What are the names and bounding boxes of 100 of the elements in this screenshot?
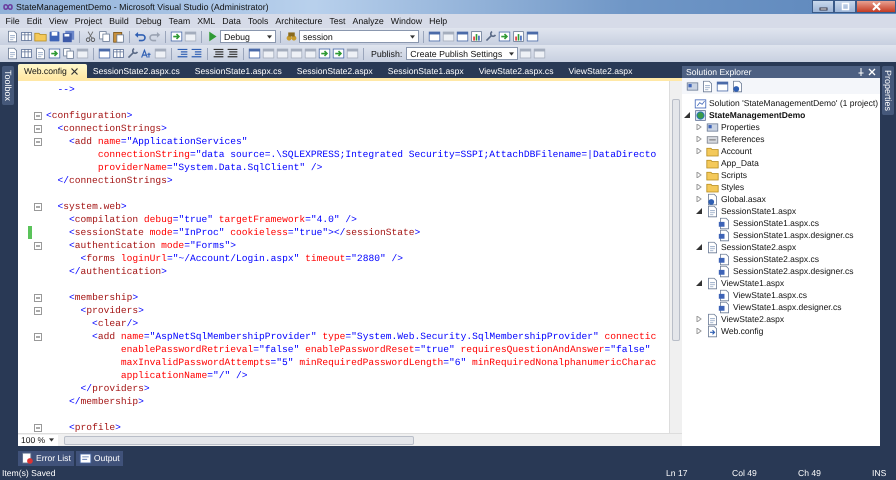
grid-icon[interactable] bbox=[20, 47, 33, 60]
properties-icon[interactable] bbox=[686, 80, 699, 92]
window-icon[interactable] bbox=[98, 47, 111, 60]
expanded-arrow-icon[interactable] bbox=[684, 112, 690, 118]
grid-icon[interactable] bbox=[20, 30, 33, 43]
close-button[interactable] bbox=[856, 0, 896, 13]
scrollbar-thumb[interactable] bbox=[64, 436, 414, 444]
maximize-button[interactable] bbox=[834, 0, 856, 13]
collapse-icon[interactable] bbox=[34, 424, 42, 432]
copy-icon[interactable] bbox=[62, 47, 75, 60]
collapsed-arrow-icon[interactable] bbox=[696, 172, 702, 178]
collapsed-arrow-icon[interactable] bbox=[696, 148, 702, 154]
collapsed-arrow-icon[interactable] bbox=[696, 184, 702, 190]
window-icon[interactable] bbox=[248, 47, 261, 60]
caret-icon[interactable] bbox=[49, 438, 54, 442]
arrow-icon[interactable] bbox=[170, 30, 183, 43]
tree-item[interactable]: SessionState2.aspx.designer.cs bbox=[733, 266, 854, 276]
caret-icon[interactable] bbox=[509, 52, 514, 56]
collapsed-arrow-icon[interactable] bbox=[696, 136, 702, 142]
tree-item[interactable]: Account bbox=[721, 146, 752, 156]
configuration-dropdown[interactable]: Debug bbox=[220, 30, 276, 43]
tree-item[interactable]: References bbox=[721, 134, 764, 144]
scissors-icon[interactable] bbox=[84, 30, 97, 43]
menu-item[interactable]: XML bbox=[194, 16, 219, 26]
panel-tab[interactable]: Output bbox=[76, 450, 123, 466]
zoom-dropdown[interactable]: 100 % bbox=[18, 434, 58, 446]
document-tab[interactable]: SessionState2.aspx bbox=[290, 64, 382, 78]
caret-icon[interactable] bbox=[267, 34, 272, 38]
menu-item[interactable]: Debug bbox=[132, 16, 166, 26]
menu-item[interactable]: Team bbox=[165, 16, 194, 26]
scrollbar-thumb[interactable] bbox=[672, 99, 680, 341]
toolbox-tab[interactable]: Toolbox bbox=[2, 66, 14, 106]
chart-icon[interactable] bbox=[512, 30, 525, 43]
search-dropdown[interactable]: session bbox=[299, 30, 419, 43]
document-tab[interactable]: SessionState2.aspx.cs bbox=[86, 64, 189, 78]
collapse-icon[interactable] bbox=[34, 138, 42, 146]
menu-item[interactable]: Architecture bbox=[272, 16, 326, 26]
document-tab[interactable]: ViewState2.aspx bbox=[562, 64, 642, 78]
arrow-icon[interactable] bbox=[318, 47, 331, 60]
undo-icon[interactable] bbox=[134, 30, 147, 43]
collapse-icon[interactable] bbox=[34, 332, 42, 340]
copy-icon[interactable] bbox=[98, 30, 111, 43]
menu-item[interactable]: Edit bbox=[23, 16, 46, 26]
menu-item[interactable]: View bbox=[45, 16, 72, 26]
menu-item[interactable]: Build bbox=[106, 16, 132, 26]
save-icon[interactable] bbox=[48, 30, 61, 43]
window-icon[interactable] bbox=[456, 30, 469, 43]
grid-icon[interactable] bbox=[112, 47, 125, 60]
binoculars-icon[interactable] bbox=[285, 30, 298, 43]
tree-item[interactable]: Web.config bbox=[721, 326, 764, 336]
chart-icon[interactable] bbox=[470, 30, 483, 43]
collapse-icon[interactable] bbox=[34, 124, 42, 132]
indent-icon[interactable] bbox=[190, 47, 203, 60]
tree-item[interactable]: SessionState2.aspx.cs bbox=[733, 254, 819, 264]
publish-dropdown[interactable]: Create Publish Settings bbox=[406, 47, 518, 60]
arrow-icon[interactable] bbox=[332, 47, 345, 60]
collapse-icon[interactable] bbox=[34, 294, 42, 302]
expanded-arrow-icon[interactable] bbox=[696, 280, 702, 286]
clipboard-icon[interactable] bbox=[112, 30, 125, 43]
tree-item[interactable]: ViewState1.aspx.cs bbox=[733, 290, 808, 300]
arrow-icon[interactable] bbox=[498, 30, 511, 43]
expanded-arrow-icon[interactable] bbox=[696, 208, 702, 214]
tree-item[interactable]: Styles bbox=[721, 182, 744, 192]
menu-item[interactable]: Tools bbox=[244, 16, 272, 26]
pin-icon[interactable] bbox=[857, 68, 865, 76]
menu-item[interactable]: Project bbox=[71, 16, 106, 26]
tree-item[interactable]: Scripts bbox=[721, 170, 747, 180]
tree-item[interactable]: StateManagementDemo bbox=[709, 110, 806, 120]
page-icon[interactable] bbox=[6, 47, 19, 60]
tree-item[interactable]: Solution 'StateManagementDemo' (1 project) bbox=[709, 98, 878, 108]
window-icon[interactable] bbox=[716, 80, 729, 92]
panel-tab[interactable]: Error List bbox=[18, 450, 74, 466]
tree-item[interactable]: Properties bbox=[721, 122, 760, 132]
collapsed-arrow-icon[interactable] bbox=[696, 328, 702, 334]
tree-item[interactable]: ViewState1.aspx bbox=[721, 278, 784, 288]
document-tab[interactable]: SessionState1.aspx bbox=[382, 64, 473, 78]
tree-item[interactable]: App_Data bbox=[721, 158, 759, 168]
tree-item[interactable]: ViewState1.aspx.designer.cs bbox=[733, 302, 842, 312]
list-icon[interactable] bbox=[212, 47, 225, 60]
indent-icon[interactable] bbox=[176, 47, 189, 60]
tree-item[interactable]: Global.asax bbox=[721, 194, 766, 204]
collapsed-arrow-icon[interactable] bbox=[696, 316, 702, 322]
page-icon[interactable] bbox=[701, 80, 714, 92]
wrench-icon[interactable] bbox=[126, 47, 139, 60]
caret-icon[interactable] bbox=[410, 34, 415, 38]
menu-item[interactable]: File bbox=[2, 16, 24, 26]
tree-item[interactable]: SessionState1.aspx.designer.cs bbox=[733, 230, 854, 240]
page-icon[interactable] bbox=[6, 30, 19, 43]
document-tab[interactable]: ViewState2.aspx.cs bbox=[472, 64, 563, 78]
collapse-icon[interactable] bbox=[34, 242, 42, 250]
collapse-icon[interactable] bbox=[34, 202, 42, 210]
expanded-arrow-icon[interactable] bbox=[696, 244, 702, 250]
menu-item[interactable]: Window bbox=[387, 16, 426, 26]
page-icon[interactable] bbox=[34, 47, 47, 60]
tree-item[interactable]: SessionState2.aspx bbox=[721, 242, 796, 252]
document-tab[interactable]: Web.config bbox=[18, 64, 87, 78]
collapsed-arrow-icon[interactable] bbox=[696, 196, 702, 202]
menu-item[interactable]: Data bbox=[218, 16, 244, 26]
menu-item[interactable]: Analyze bbox=[349, 16, 388, 26]
properties-tab[interactable]: Properties bbox=[882, 66, 894, 116]
